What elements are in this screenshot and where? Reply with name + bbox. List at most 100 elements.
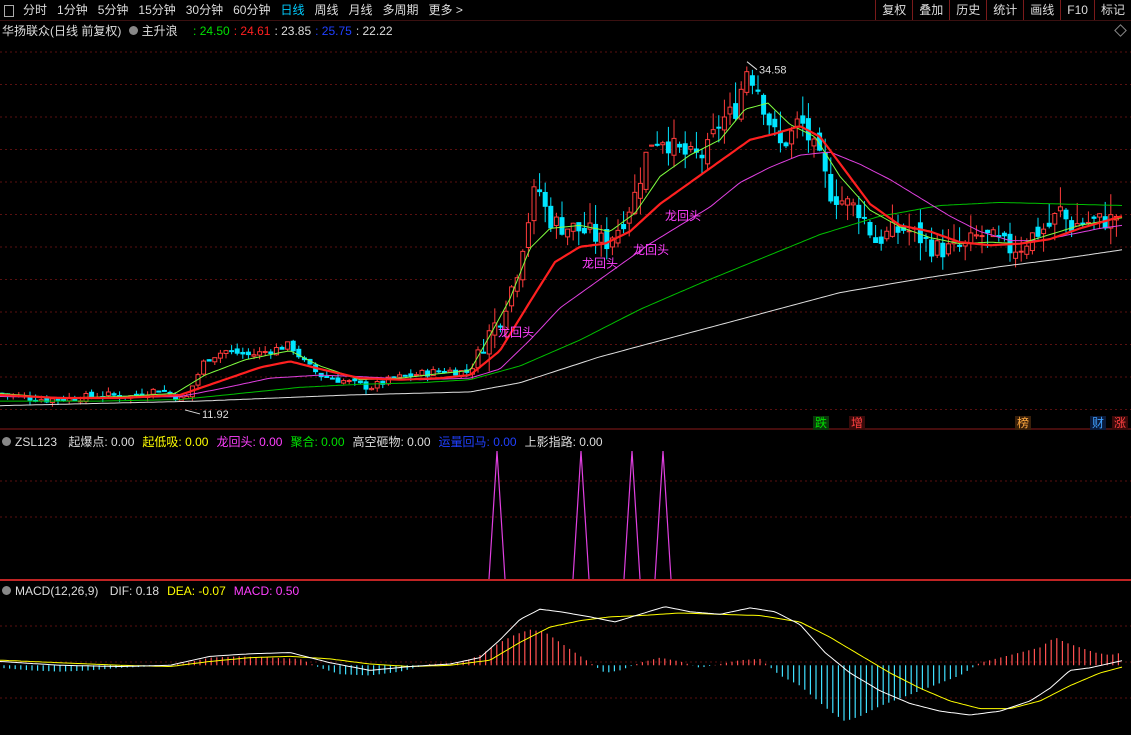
candle xyxy=(721,99,727,144)
candle xyxy=(632,174,638,216)
period-tab-8[interactable]: 月线 xyxy=(344,0,378,20)
dragon-label-3: 龙回头 xyxy=(665,209,701,223)
candle xyxy=(895,214,901,245)
period-tab-3[interactable]: 15分钟 xyxy=(133,0,180,20)
dragon-label-2: 龙回头 xyxy=(633,243,669,257)
period-tab-0[interactable]: 分时 xyxy=(18,0,52,20)
dragon-label-1: 龙回头 xyxy=(582,257,618,271)
candle xyxy=(559,201,565,236)
candle xyxy=(794,111,800,139)
candle xyxy=(553,212,559,239)
period-toolbar: 分时 1分钟 5分钟 15分钟 30分钟 60分钟 日线 周线 月线 多周期 更多 > 复权 叠加 历史… xyxy=(0,0,1131,21)
candle xyxy=(413,371,419,377)
candle xyxy=(654,131,660,147)
candle xyxy=(727,92,733,125)
candle xyxy=(436,367,442,374)
candle xyxy=(587,203,593,234)
toolbar-button-1[interactable]: 叠加 xyxy=(912,0,949,20)
candle xyxy=(615,219,621,248)
candle xyxy=(1046,203,1052,229)
candle xyxy=(520,249,526,288)
candle xyxy=(873,225,879,244)
candle xyxy=(665,126,671,166)
candle xyxy=(453,367,459,376)
candle xyxy=(380,380,386,389)
dif-line xyxy=(0,606,1123,716)
zsl-spike-0 xyxy=(488,450,506,580)
candle xyxy=(223,349,229,359)
period-tab-6[interactable]: 日线 xyxy=(275,0,309,20)
candle xyxy=(1063,208,1069,235)
candle xyxy=(570,222,576,241)
candle xyxy=(934,234,940,259)
event-tag-0[interactable]: 跌 xyxy=(813,416,830,430)
candle xyxy=(867,219,873,239)
toolbar-button-5[interactable]: F10 xyxy=(1060,0,1094,20)
candle xyxy=(537,173,543,197)
candle xyxy=(688,141,694,153)
candlestick-chart: 34.5811.92龙回头龙回头龙回头龙回头 xyxy=(0,51,1131,430)
candle xyxy=(749,69,755,95)
candle xyxy=(945,229,951,257)
candle xyxy=(705,132,711,170)
candle xyxy=(789,126,795,159)
period-tab-5[interactable]: 60分钟 xyxy=(228,0,275,20)
toolbar-button-3[interactable]: 统计 xyxy=(986,0,1023,20)
candle xyxy=(805,103,811,153)
ma-line-purple xyxy=(0,151,1123,399)
candle xyxy=(27,391,33,406)
event-tag-1[interactable]: 增 xyxy=(849,416,866,430)
candle xyxy=(850,198,856,217)
candle xyxy=(341,378,347,385)
candle xyxy=(957,227,963,252)
toolbar-button-0[interactable]: 复权 xyxy=(875,0,912,20)
candle xyxy=(1029,232,1035,255)
candle xyxy=(201,359,207,377)
candle xyxy=(229,345,235,355)
candle xyxy=(548,197,554,233)
dea-line xyxy=(0,612,1123,710)
candle xyxy=(839,186,845,206)
candle xyxy=(542,182,548,223)
candle xyxy=(1102,201,1108,231)
candle xyxy=(369,386,375,391)
candle xyxy=(682,131,688,169)
toolbar-button-6[interactable]: 标记 xyxy=(1093,0,1131,20)
candle xyxy=(1080,217,1086,228)
candle xyxy=(156,390,162,393)
candle xyxy=(262,346,268,356)
period-tab-10[interactable]: 更多 > xyxy=(424,0,468,20)
macd-histogram xyxy=(3,629,1120,721)
period-tab-9[interactable]: 多周期 xyxy=(378,0,424,20)
candle xyxy=(296,345,302,359)
candle xyxy=(604,217,610,260)
high-pointer xyxy=(746,61,758,71)
candle xyxy=(206,359,212,362)
candle xyxy=(1097,213,1103,229)
panel-toggle-icon[interactable] xyxy=(0,0,18,20)
candle xyxy=(1057,187,1063,218)
candle xyxy=(884,226,890,242)
dragon-label-0: 龙回头 xyxy=(498,325,534,339)
ma-line-white xyxy=(0,249,1123,407)
candle xyxy=(447,367,453,373)
toolbar-button-4[interactable]: 画线 xyxy=(1023,0,1060,20)
period-tab-1[interactable]: 1分钟 xyxy=(52,0,93,20)
period-tab-4[interactable]: 30分钟 xyxy=(181,0,228,20)
candle xyxy=(346,379,352,384)
zsl-spike-3 xyxy=(654,450,672,580)
high-price-label: 34.58 xyxy=(759,65,787,77)
candle xyxy=(716,115,722,143)
period-tab-7[interactable]: 周线 xyxy=(309,0,343,20)
event-tag-4[interactable]: 涨 xyxy=(1112,416,1129,430)
macd-chart xyxy=(0,606,1131,721)
candle xyxy=(968,215,974,252)
event-tag-3[interactable]: 财 xyxy=(1090,416,1107,430)
period-tab-2[interactable]: 5分钟 xyxy=(93,0,134,20)
event-tag-2[interactable]: 榜 xyxy=(1015,416,1032,430)
toolbar-button-2[interactable]: 历史 xyxy=(949,0,986,20)
low-price-label: 11.92 xyxy=(202,409,229,421)
candle xyxy=(1035,217,1041,240)
candle xyxy=(285,341,291,352)
candle xyxy=(357,380,363,384)
